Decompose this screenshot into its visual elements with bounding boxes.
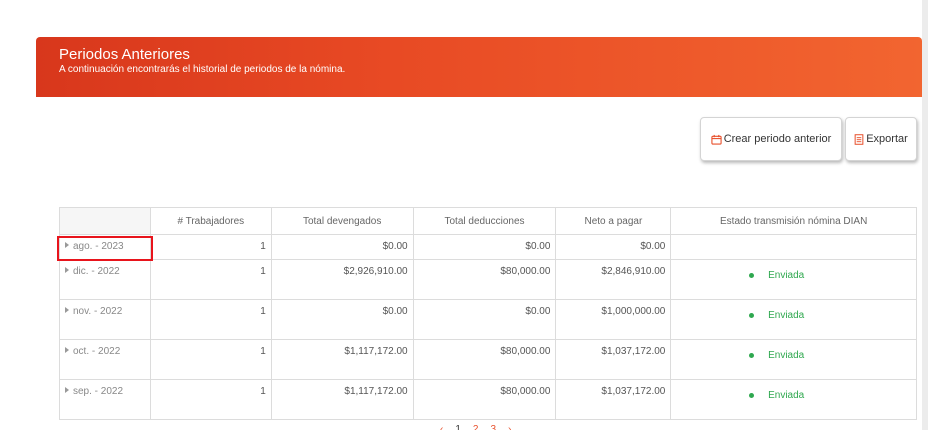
periods-table: # Trabajadores Total devengados Total de… xyxy=(59,207,917,420)
column-header-period xyxy=(59,207,151,235)
devengados-cell: $0.00 xyxy=(270,299,414,340)
status-badge: Enviada xyxy=(768,310,805,321)
expand-caret-icon[interactable] xyxy=(65,347,69,353)
create-previous-period-button[interactable]: Crear periodo anterior xyxy=(700,117,842,161)
export-label: Exportar xyxy=(866,133,908,145)
table-header-row: # Trabajadores Total devengados Total de… xyxy=(59,207,917,235)
create-previous-period-label: Crear periodo anterior xyxy=(723,133,832,145)
period-label: dic. - 2022 xyxy=(73,266,120,277)
workers-cell: 1 xyxy=(149,339,272,380)
devengados-cell: $1,117,172.00 xyxy=(270,339,414,380)
pagination-prev[interactable]: ‹ xyxy=(440,423,443,430)
devengados-cell: $1,117,172.00 xyxy=(270,379,414,420)
status-dot-icon xyxy=(749,393,755,398)
status-cell: Enviada xyxy=(670,379,917,420)
expand-caret-icon[interactable] xyxy=(65,267,69,273)
devengados-cell: $2,926,910.00 xyxy=(270,259,414,300)
pagination-page-2[interactable]: 2 xyxy=(473,423,479,430)
scrollbar-track[interactable] xyxy=(922,0,928,430)
status-badge: Enviada xyxy=(768,270,805,281)
table-row[interactable]: sep. - 2022 1 $1,117,172.00 $80,000.00 $… xyxy=(59,379,917,420)
status-dot-icon xyxy=(749,353,755,358)
status-dot-icon xyxy=(749,313,755,318)
status-dot-icon xyxy=(749,273,755,278)
status-badge: Enviada xyxy=(768,350,805,361)
column-header-status: Estado transmisión nómina DIAN xyxy=(670,207,917,235)
status-badge: Enviada xyxy=(768,390,805,401)
table-row[interactable]: nov. - 2022 1 $0.00 $0.00 $1,000,000.00 … xyxy=(59,299,917,340)
deducciones-cell: $80,000.00 xyxy=(412,339,557,380)
table-row[interactable]: oct. - 2022 1 $1,117,172.00 $80,000.00 $… xyxy=(59,339,917,380)
neto-cell: $1,037,172.00 xyxy=(555,379,672,420)
pagination-page-3[interactable]: 3 xyxy=(490,423,496,430)
workers-cell: 1 xyxy=(149,379,272,420)
status-cell: Enviada xyxy=(670,299,917,340)
period-cell[interactable]: oct. - 2022 xyxy=(59,339,151,380)
page-title: Periodos Anteriores xyxy=(59,46,190,63)
neto-cell: $1,000,000.00 xyxy=(555,299,672,340)
period-cell[interactable]: ago. - 2023 xyxy=(59,234,151,260)
calendar-icon xyxy=(711,134,722,145)
deducciones-cell: $80,000.00 xyxy=(412,259,557,300)
status-cell xyxy=(670,234,917,260)
deducciones-cell: $80,000.00 xyxy=(412,379,557,420)
neto-cell: $1,037,172.00 xyxy=(555,339,672,380)
neto-cell: $0.00 xyxy=(555,234,672,260)
deducciones-cell: $0.00 xyxy=(412,234,557,260)
status-cell: Enviada xyxy=(670,339,917,380)
expand-caret-icon[interactable] xyxy=(65,387,69,393)
page-header-banner: Periodos Anteriores A continuación encon… xyxy=(36,37,922,97)
column-header-neto: Neto a pagar xyxy=(555,207,672,235)
expand-caret-icon[interactable] xyxy=(65,242,69,248)
export-button[interactable]: Exportar xyxy=(845,117,917,161)
pagination-page-1[interactable]: 1 xyxy=(455,423,461,430)
pagination-next[interactable]: › xyxy=(508,423,511,430)
period-label: nov. - 2022 xyxy=(73,306,123,317)
pagination: ‹ 1 2 3 › xyxy=(440,423,511,430)
period-cell[interactable]: nov. - 2022 xyxy=(59,299,151,340)
period-cell[interactable]: sep. - 2022 xyxy=(59,379,151,420)
workers-cell: 1 xyxy=(149,299,272,340)
devengados-cell: $0.00 xyxy=(270,234,414,260)
column-header-deducciones: Total deducciones xyxy=(412,207,557,235)
table-row[interactable]: dic. - 2022 1 $2,926,910.00 $80,000.00 $… xyxy=(59,259,917,300)
column-header-workers: # Trabajadores xyxy=(149,207,272,235)
workers-cell: 1 xyxy=(149,234,272,260)
page-subtitle: A continuación encontrarás el historial … xyxy=(59,64,346,75)
period-label: sep. - 2022 xyxy=(73,386,124,397)
workers-cell: 1 xyxy=(149,259,272,300)
deducciones-cell: $0.00 xyxy=(412,299,557,340)
table-row[interactable]: ago. - 2023 1 $0.00 $0.00 $0.00 xyxy=(59,234,917,260)
period-label: ago. - 2023 xyxy=(73,241,124,252)
column-header-devengados: Total devengados xyxy=(270,207,414,235)
period-cell[interactable]: dic. - 2022 xyxy=(59,259,151,300)
status-cell: Enviada xyxy=(670,259,917,300)
expand-caret-icon[interactable] xyxy=(65,307,69,313)
period-label: oct. - 2022 xyxy=(73,346,121,357)
neto-cell: $2,846,910.00 xyxy=(555,259,672,300)
spreadsheet-icon xyxy=(854,133,864,145)
